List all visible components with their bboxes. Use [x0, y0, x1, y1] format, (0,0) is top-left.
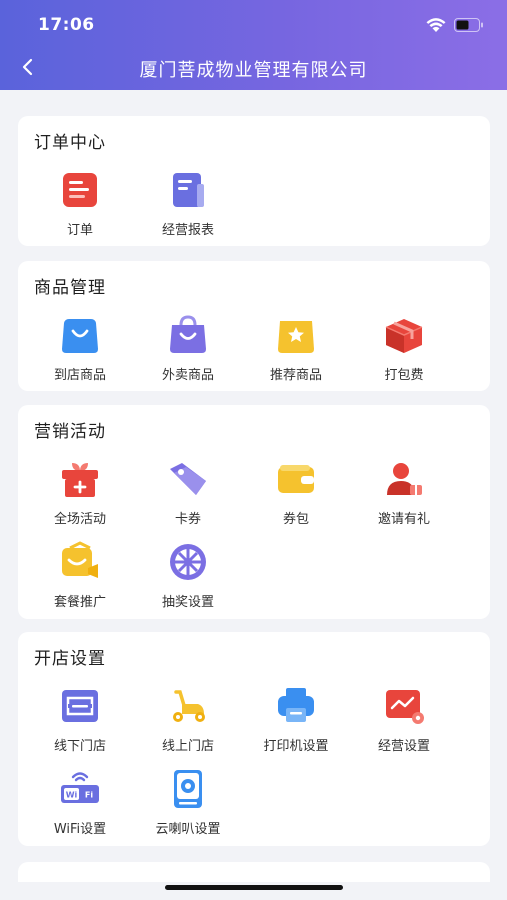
section-title: 商品管理 [34, 278, 106, 298]
lottery-wheel-icon [166, 540, 210, 584]
menu-item-label: 云喇叭设置 [155, 822, 221, 837]
status-bar: 17:06 [0, 0, 507, 44]
takeout-bag-icon [166, 313, 210, 357]
menu-item-label: 线上门店 [161, 739, 214, 754]
wallet-icon [274, 457, 318, 501]
menu-item-cloud-speaker-settings[interactable]: 云喇叭设置 [143, 767, 233, 837]
next-section-card [18, 862, 490, 882]
report-icon [166, 168, 210, 212]
wifi-settings-icon: Wi Fi [58, 767, 102, 811]
menu-item-label: 打包费 [384, 368, 424, 383]
menu-item-business-settings[interactable]: 经营设置 [359, 684, 449, 754]
menu-item-label: 抽奖设置 [161, 595, 214, 610]
gift-icon [58, 457, 102, 501]
menu-item-invite-reward[interactable]: 邀请有礼 [359, 457, 449, 527]
menu-item-business-report[interactable]: 经营报表 [143, 168, 233, 238]
section-title: 营销活动 [34, 422, 106, 442]
menu-item-label: 经营报表 [161, 223, 214, 238]
section-marketing: 营销活动 全场活动 卡券 券包 邀请有礼 套餐推广 抽奖设置 [18, 405, 490, 619]
menu-item-lottery-settings[interactable]: 抽奖设置 [143, 540, 233, 610]
store-bag-icon [58, 313, 102, 357]
svg-text:Fi: Fi [85, 791, 93, 800]
menu-item-label: WiFi设置 [53, 822, 107, 837]
scooter-icon [166, 684, 210, 728]
svg-text:Wi: Wi [66, 791, 78, 800]
menu-item-label: 经营设置 [377, 739, 430, 754]
star-bag-icon [274, 313, 318, 357]
menu-item-order[interactable]: 订单 [35, 168, 125, 238]
menu-item-coupon-wallet[interactable]: 券包 [251, 457, 341, 527]
menu-item-label: 订单 [66, 223, 93, 238]
menu-item-label: 全场活动 [53, 512, 106, 527]
menu-item-wifi-settings[interactable]: Wi Fi WiFi设置 [35, 767, 125, 837]
section-title: 开店设置 [34, 649, 106, 669]
section-store-settings: 开店设置 线下门店 线上门店 打印机设置 经营设置 Wi Fi WiFi设置 云喇… [18, 632, 490, 846]
menu-item-label: 推荐商品 [269, 368, 322, 383]
menu-item-label: 到店商品 [53, 368, 106, 383]
printer-icon [274, 684, 318, 728]
menu-item-takeout-products[interactable]: 外卖商品 [143, 313, 233, 383]
menu-item-coupons[interactable]: 卡券 [143, 457, 233, 527]
package-promo-icon [58, 540, 102, 584]
wifi-signal-icon [426, 18, 446, 32]
offline-store-icon [58, 684, 102, 728]
menu-item-label: 邀请有礼 [377, 512, 430, 527]
menu-item-offline-store[interactable]: 线下门店 [35, 684, 125, 754]
home-indicator[interactable] [165, 885, 343, 890]
section-order-center: 订单中心 订单 经营报表 [18, 116, 490, 246]
menu-item-online-store[interactable]: 线上门店 [143, 684, 233, 754]
menu-item-package-promotion[interactable]: 套餐推广 [35, 540, 125, 610]
business-settings-icon [382, 684, 426, 728]
menu-item-recommended-products[interactable]: 推荐商品 [251, 313, 341, 383]
speaker-icon [166, 767, 210, 811]
nav-bar: 厦门菩成物业管理有限公司 [0, 44, 507, 90]
menu-item-packing-fee[interactable]: 打包费 [359, 313, 449, 383]
section-product-management: 商品管理 到店商品 外卖商品 推荐商品 打包费 [18, 261, 490, 391]
tag-icon [166, 457, 210, 501]
section-title: 订单中心 [34, 133, 106, 153]
menu-item-label: 卡券 [174, 512, 201, 527]
status-time: 17:06 [38, 15, 95, 35]
menu-item-label: 线下门店 [53, 739, 106, 754]
menu-item-label: 外卖商品 [161, 368, 214, 383]
menu-item-instore-products[interactable]: 到店商品 [35, 313, 125, 383]
menu-item-store-wide-activity[interactable]: 全场活动 [35, 457, 125, 527]
menu-item-label: 券包 [282, 512, 309, 527]
page-title: 厦门菩成物业管理有限公司 [139, 60, 368, 81]
menu-item-label: 套餐推广 [53, 595, 106, 610]
package-icon [382, 313, 426, 357]
order-icon [58, 168, 102, 212]
battery-icon [454, 18, 483, 32]
app-header: 17:06 厦门菩成物业管理有限公司 [0, 0, 507, 90]
menu-item-label: 打印机设置 [263, 739, 329, 754]
menu-item-printer-settings[interactable]: 打印机设置 [251, 684, 341, 754]
invite-user-icon [382, 457, 426, 501]
